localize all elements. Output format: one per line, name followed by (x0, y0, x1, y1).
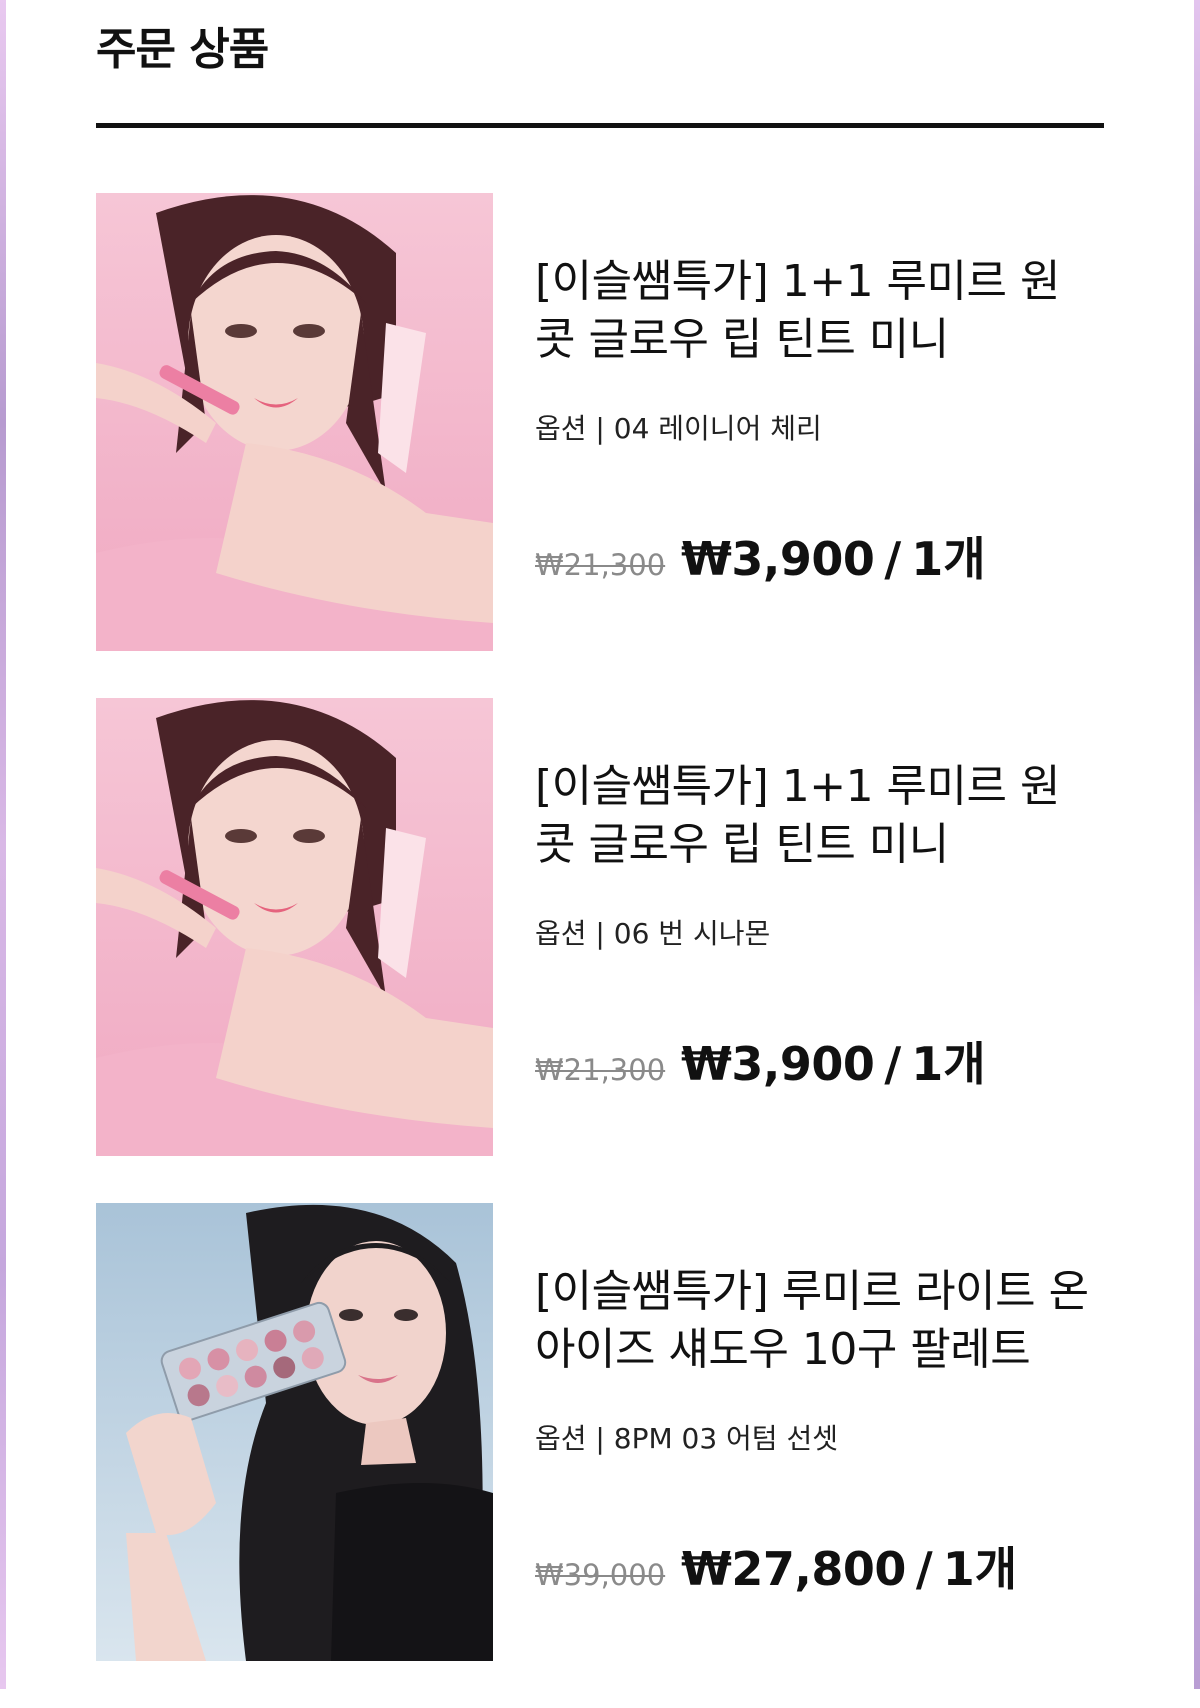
price-quantity-separator: / (884, 532, 902, 586)
sale-price: ₩27,800 (681, 1542, 906, 1596)
order-item[interactable]: [이슬쌤특가] 루미르 라이트 온 아이즈 섀도우 10구 팔레트 옵션 | 8… (96, 1203, 1104, 1661)
order-item[interactable]: [이슬쌤특가] 1+1 루미르 원 콧 글로우 립 틴트 미니 옵션 | 04 … (96, 193, 1104, 651)
product-name[interactable]: [이슬쌤특가] 1+1 루미르 원 콧 글로우 립 틴트 미니 (535, 758, 1105, 874)
price-quantity-separator: / (884, 1037, 902, 1091)
quantity: 1개 (942, 1542, 1018, 1596)
price-quantity-separator: / (915, 1542, 933, 1596)
order-item[interactable]: [이슬쌤특가] 1+1 루미르 원 콧 글로우 립 틴트 미니 옵션 | 06 … (96, 698, 1104, 1156)
model-pink-lip-tint-photo-icon (96, 193, 493, 651)
title-divider (96, 123, 1104, 128)
product-name[interactable]: [이슬쌤특가] 1+1 루미르 원 콧 글로우 립 틴트 미니 (535, 253, 1105, 369)
price-row: ₩39,000 ₩27,800 / 1개 (535, 1533, 1017, 1599)
sale-price: ₩3,900 (681, 1037, 875, 1091)
order-item-list: [이슬쌤특가] 1+1 루미르 원 콧 글로우 립 틴트 미니 옵션 | 04 … (96, 193, 1104, 1708)
product-option: 옵션 | 06 번 시나몬 (535, 917, 771, 950)
product-thumbnail[interactable] (96, 193, 493, 651)
model-eyeshadow-palette-photo-icon (96, 1203, 493, 1661)
product-option: 옵션 | 04 레이니어 체리 (535, 412, 822, 445)
model-pink-lip-tint-photo-icon (96, 698, 493, 1156)
product-name[interactable]: [이슬쌤특가] 루미르 라이트 온 아이즈 섀도우 10구 팔레트 (535, 1263, 1105, 1379)
original-price: ₩21,300 (535, 1053, 666, 1087)
product-option: 옵션 | 8PM 03 어텀 선셋 (535, 1422, 838, 1455)
original-price: ₩39,000 (535, 1558, 666, 1592)
left-gradient-edge (0, 0, 6, 1689)
sale-price: ₩3,900 (681, 532, 875, 586)
right-gradient-edge (1194, 0, 1200, 1689)
quantity: 1개 (911, 532, 986, 586)
original-price: ₩21,300 (535, 548, 666, 582)
quantity: 1개 (911, 1037, 986, 1091)
price-row: ₩21,300 ₩3,900 / 1개 (535, 523, 986, 589)
product-thumbnail[interactable] (96, 698, 493, 1156)
section-title: 주문 상품 (96, 24, 269, 75)
price-row: ₩21,300 ₩3,900 / 1개 (535, 1028, 986, 1094)
product-thumbnail[interactable] (96, 1203, 493, 1661)
